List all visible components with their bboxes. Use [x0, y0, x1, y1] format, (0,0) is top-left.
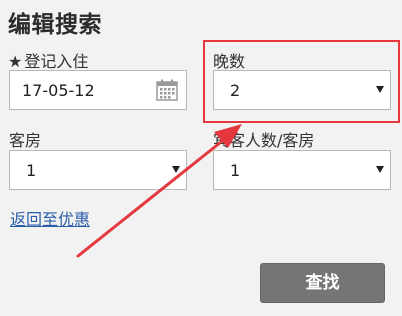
- rooms-select-value: 1: [26, 161, 37, 180]
- required-star-icon: ★: [8, 52, 23, 71]
- rooms-label: 客房: [9, 131, 42, 150]
- checkin-label: ★ 登记入住: [8, 48, 88, 72]
- calendar-icon[interactable]: [156, 79, 178, 101]
- guests-select[interactable]: 1: [213, 150, 391, 190]
- nights-label: 晚数: [213, 52, 246, 71]
- rooms-select[interactable]: 1: [9, 150, 187, 190]
- page-title: 编辑搜索: [8, 12, 102, 38]
- guests-select-value: 1: [230, 161, 241, 180]
- search-button[interactable]: 查找: [260, 263, 385, 303]
- checkin-label-text: 登记入住: [24, 52, 89, 71]
- checkin-date-value: 17-05-12: [22, 81, 95, 100]
- nights-select[interactable]: 2: [213, 70, 391, 110]
- guests-label: 宾客人数/客房: [213, 131, 315, 150]
- checkin-date-input[interactable]: 17-05-12: [9, 70, 187, 110]
- chevron-down-icon: [376, 166, 384, 173]
- chevron-down-icon: [172, 166, 180, 173]
- chevron-down-icon: [376, 86, 384, 93]
- back-to-offers-link[interactable]: 返回至优惠: [10, 206, 90, 230]
- nights-select-value: 2: [230, 81, 241, 100]
